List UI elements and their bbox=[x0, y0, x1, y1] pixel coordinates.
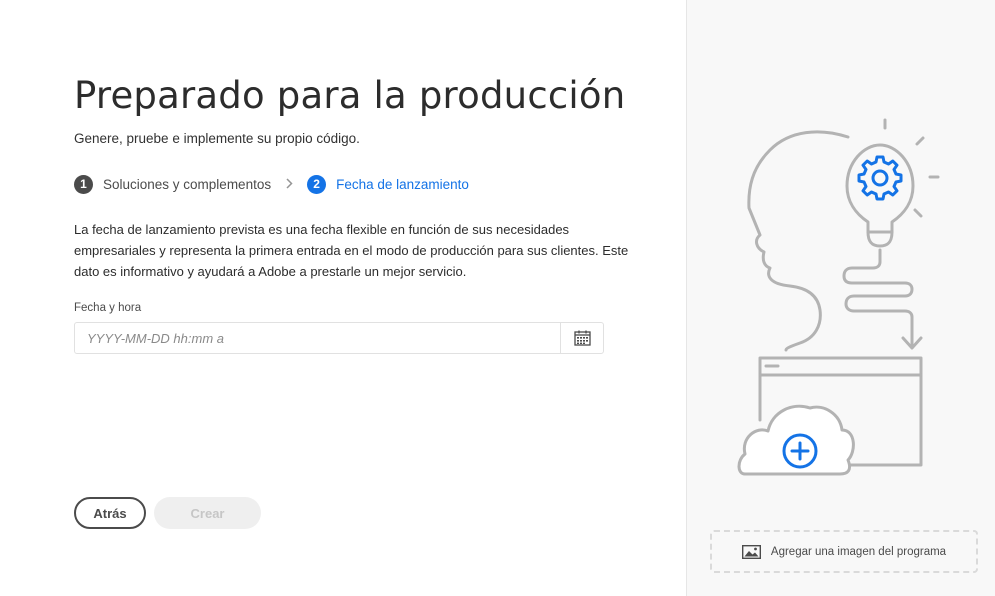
head-lightbulb-illustration bbox=[737, 118, 940, 476]
date-time-field bbox=[74, 322, 604, 354]
calendar-button[interactable] bbox=[560, 323, 603, 353]
page-title: Preparado para la producción bbox=[74, 74, 626, 117]
create-button[interactable]: Crear bbox=[154, 497, 261, 529]
add-image-label: Agregar una imagen del programa bbox=[770, 545, 947, 558]
stepper: 1 Soluciones y complementos 2 Fecha de l… bbox=[74, 174, 469, 194]
step-2-number: 2 bbox=[307, 174, 327, 194]
calendar-icon bbox=[573, 330, 591, 346]
main-panel: Preparado para la producción Genere, pru… bbox=[0, 0, 686, 596]
step-1-number: 1 bbox=[74, 174, 93, 194]
back-button[interactable]: Atrás bbox=[74, 497, 146, 529]
date-field-label: Fecha y hora bbox=[74, 302, 142, 314]
image-icon bbox=[741, 544, 761, 559]
chevron-right-icon bbox=[285, 177, 293, 192]
step-1-label[interactable]: Soluciones y complementos bbox=[103, 177, 271, 192]
description-text: La fecha de lanzamiento prevista es una … bbox=[74, 222, 629, 279]
date-time-input[interactable] bbox=[75, 323, 560, 353]
step-2-label[interactable]: Fecha de lanzamiento bbox=[336, 177, 469, 192]
page-subtitle: Genere, pruebe e implemente su propio có… bbox=[74, 131, 360, 146]
add-program-image-button[interactable]: Agregar una imagen del programa bbox=[710, 530, 978, 573]
